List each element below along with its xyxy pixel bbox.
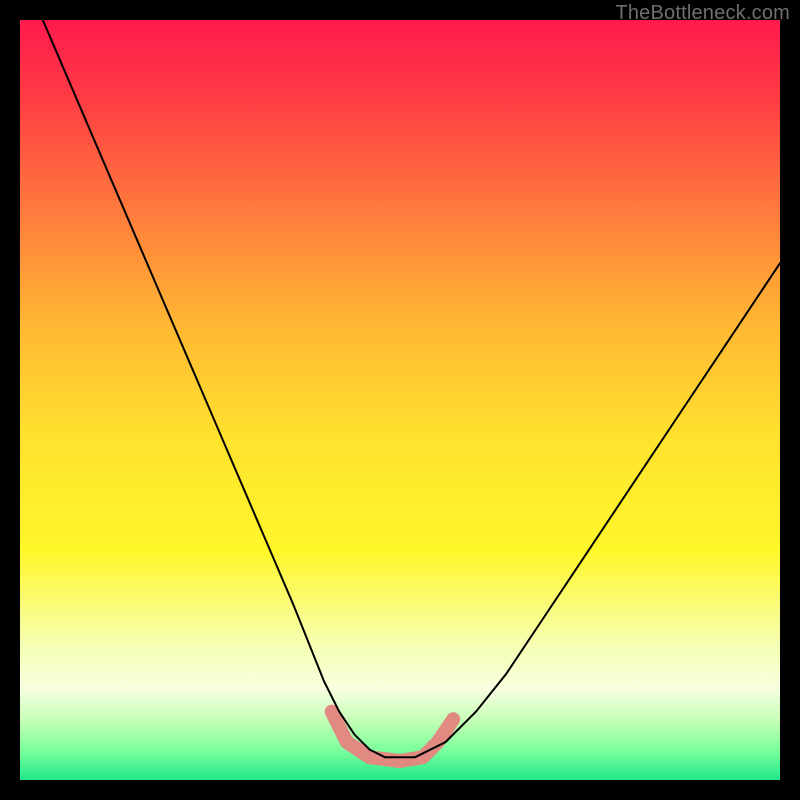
bottleneck-chart xyxy=(20,20,780,780)
chart-frame: TheBottleneck.com xyxy=(0,0,800,800)
gradient-background xyxy=(20,20,780,780)
